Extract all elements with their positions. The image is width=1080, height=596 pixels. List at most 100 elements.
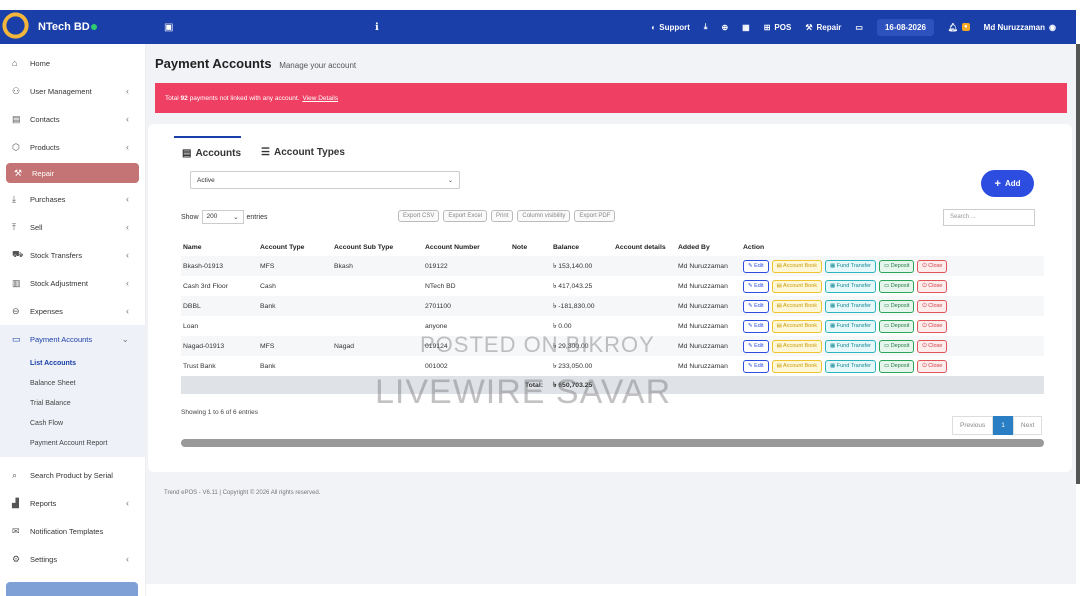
close-button[interactable]: ⏻ Close xyxy=(917,319,948,333)
money-icon[interactable]: ▭ xyxy=(855,23,863,32)
sidebar-item-payment-accounts[interactable]: ▭ Payment Accounts ⌄ xyxy=(0,325,145,353)
account-book-button[interactable]: ▤ Account Book xyxy=(771,319,822,333)
info-icon[interactable]: ℹ xyxy=(375,22,379,33)
col-header-note[interactable]: Note xyxy=(510,238,551,256)
sidebar-item-stock-transfers[interactable]: ⛟ Stock Transfers ‹ xyxy=(0,241,145,269)
sidebar-item-reports[interactable]: ▟ Reports ‹ xyxy=(0,489,145,517)
sidebar-sub-balance-sheet[interactable]: Balance Sheet xyxy=(0,373,145,393)
fund-transfer-button[interactable]: ▦ Fund Transfer xyxy=(824,319,876,333)
notification-button[interactable]: 🔔︎ ● xyxy=(948,23,970,32)
brand[interactable]: NTech BD xyxy=(0,10,146,44)
account-book-button[interactable]: ▤ Account Book xyxy=(771,259,822,273)
account-status-select[interactable]: Active ⌄ xyxy=(190,171,460,189)
edit-button[interactable]: ✎ Edit xyxy=(743,299,769,313)
deposit-button[interactable]: ▭ Deposit xyxy=(878,359,915,373)
sidebar-item-repair[interactable]: ⚒ Repair xyxy=(6,163,139,183)
sidebar-item-label: Contacts xyxy=(30,114,60,124)
action-label: Edit xyxy=(754,342,764,349)
plus-circle-icon[interactable]: ⊕ xyxy=(721,23,728,32)
support-button[interactable]: ◖ Support xyxy=(650,23,690,32)
tab-accounts[interactable]: ▤ Accounts xyxy=(174,136,242,167)
close-button[interactable]: ⏻ Close xyxy=(917,299,948,313)
sidebar-item-stock-adjustment[interactable]: ▥ Stock Adjustment ‹ xyxy=(0,269,145,297)
sidebar-item-expenses[interactable]: ⊖ Expenses ‹ xyxy=(0,297,145,325)
repair-button[interactable]: ⚒ Repair xyxy=(805,23,841,32)
home-icon: ⌂ xyxy=(12,58,18,68)
edit-button[interactable]: ✎ Edit xyxy=(743,279,769,293)
alert-prefix: Total xyxy=(165,94,179,102)
main-content: Payment Accounts Manage your account Tot… xyxy=(146,44,1076,584)
account-book-button[interactable]: ▤ Account Book xyxy=(771,359,822,373)
sidebar-bottom-item[interactable] xyxy=(6,582,138,596)
sidebar-sub-trial-balance[interactable]: Trial Balance xyxy=(0,393,145,413)
close-button[interactable]: ⏻ Close xyxy=(917,279,948,293)
edit-button[interactable]: ✎ Edit xyxy=(743,339,769,353)
user-menu[interactable]: Md Nuruzzaman ◉ xyxy=(984,23,1056,32)
col-header-balance[interactable]: Balance xyxy=(551,238,613,256)
col-header-account-sub-type[interactable]: Account Sub Type xyxy=(332,238,423,256)
fund-transfer-button[interactable]: ▦ Fund Transfer xyxy=(824,259,876,273)
fund-transfer-button[interactable]: ▦ Fund Transfer xyxy=(824,359,876,373)
fund-transfer-button[interactable]: ▦ Fund Transfer xyxy=(824,279,876,293)
edit-button[interactable]: ✎ Edit xyxy=(743,259,769,273)
view-details-link[interactable]: View Details xyxy=(302,95,338,102)
sidebar-item-user-management[interactable]: ⚇ User Management ‹ xyxy=(0,77,145,105)
fund-transfer-button[interactable]: ▦ Fund Transfer xyxy=(824,299,876,313)
next-page-button[interactable]: Next xyxy=(1012,416,1043,435)
export-csv-button[interactable]: Export CSV xyxy=(398,210,440,222)
close-button[interactable]: ⏻ Close xyxy=(917,259,948,273)
edit-button[interactable]: ✎ Edit xyxy=(743,359,769,373)
close-button[interactable]: ⏻ Close xyxy=(917,359,948,373)
deposit-button[interactable]: ▭ Deposit xyxy=(878,299,915,313)
vertical-scrollbar[interactable] xyxy=(1076,44,1080,484)
sidebar-sub-cash-flow[interactable]: Cash Flow xyxy=(0,413,145,433)
page-length-select[interactable]: 200 ⌄ xyxy=(201,210,244,224)
deposit-button[interactable]: ▭ Deposit xyxy=(878,279,915,293)
account-book-button[interactable]: ▤ Account Book xyxy=(771,299,822,313)
col-header-added-by[interactable]: Added By xyxy=(676,238,741,256)
cell-details xyxy=(613,256,676,276)
tab-account-types[interactable]: ☰ Account Types xyxy=(253,136,345,167)
deposit-button[interactable]: ▭ Deposit xyxy=(878,319,915,333)
close-button[interactable]: ⏻ Close xyxy=(917,339,948,353)
table-search-input[interactable]: Search ... xyxy=(943,209,1035,226)
export-excel-button[interactable]: Export Excel xyxy=(443,210,488,222)
col-header-name[interactable]: Name xyxy=(181,238,258,256)
col-header-account-details[interactable]: Account details xyxy=(613,238,676,256)
sidebar-item-contacts[interactable]: ▤ Contacts ‹ xyxy=(0,105,145,133)
sidebar-item-label: Stock Transfers xyxy=(30,250,83,260)
add-account-button[interactable]: + Add xyxy=(981,170,1034,197)
export-pdf-button[interactable]: Export PDF xyxy=(574,210,616,222)
col-header-account-type[interactable]: Account Type xyxy=(258,238,332,256)
pos-button[interactable]: ⊞ POS xyxy=(764,23,792,32)
horizontal-scrollbar[interactable] xyxy=(181,439,1044,447)
calculator-icon[interactable]: ▦ xyxy=(742,23,750,32)
sidebar-sub-payment-account-report[interactable]: Payment Account Report xyxy=(0,433,145,457)
sidebar-item-label: Stock Adjustment xyxy=(30,278,88,288)
fund-transfer-button[interactable]: ▦ Fund Transfer xyxy=(824,339,876,353)
print-button[interactable]: Print xyxy=(491,210,514,222)
account-book-button[interactable]: ▤ Account Book xyxy=(771,339,822,353)
page-1-button[interactable]: 1 xyxy=(993,416,1013,435)
edit-button[interactable]: ✎ Edit xyxy=(743,319,769,333)
sidebar-item-products[interactable]: ⬡ Products ‹ xyxy=(0,133,145,161)
sidebar-item-settings[interactable]: ⚙ Settings ‹ xyxy=(0,545,145,573)
column-visibility-button[interactable]: Column visibility xyxy=(517,210,571,222)
brand-logo xyxy=(2,12,32,42)
sidebar-toggle-icon[interactable]: ▣ xyxy=(164,22,173,33)
sidebar-item-sell[interactable]: ⤒ Sell ‹ xyxy=(0,213,145,241)
unlinked-payments-alert: Total 92 payments not linked with any ac… xyxy=(155,83,1067,113)
sidebar-item-search-serial[interactable]: ⌕ Search Product by Serial xyxy=(0,461,145,489)
sidebar-item-purchases[interactable]: ⤓ Purchases ‹ xyxy=(0,185,145,213)
account-book-button[interactable]: ▤ Account Book xyxy=(771,279,822,293)
col-header-account-number[interactable]: Account Number xyxy=(423,238,510,256)
sidebar-item-notification-templates[interactable]: ✉ Notification Templates xyxy=(0,517,145,545)
download-icon[interactable]: ⤓ xyxy=(704,22,708,32)
tab-label: Accounts xyxy=(195,148,242,159)
table-header-row: Name Account Type Account Sub Type Accou… xyxy=(181,238,1044,256)
deposit-button[interactable]: ▭ Deposit xyxy=(878,339,915,353)
deposit-button[interactable]: ▭ Deposit xyxy=(878,259,915,273)
sidebar-sub-list-accounts[interactable]: List Accounts xyxy=(0,353,145,373)
previous-page-button[interactable]: Previous xyxy=(952,416,994,435)
sidebar-item-home[interactable]: ⌂ Home xyxy=(0,49,145,77)
